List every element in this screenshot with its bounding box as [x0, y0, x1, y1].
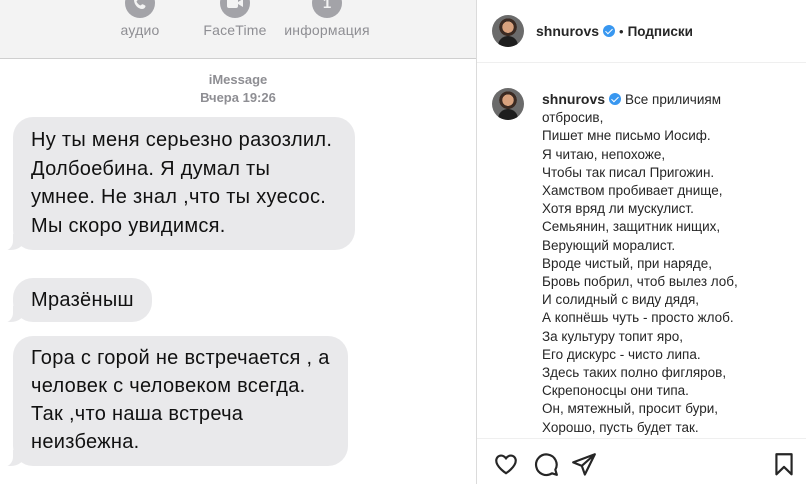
caption-line: Хамством пробивает днище, — [542, 183, 723, 199]
message-bubble[interactable]: Ну ты меня серьезно разозлил. Долбоебина… — [1, 117, 355, 251]
heart-icon[interactable] — [493, 451, 519, 477]
message-bubble[interactable]: Мразёныш — [1, 278, 152, 323]
caption-line: Чтобы так писал Пригожин. — [542, 164, 715, 180]
caption-line: Он, мятежный, просит бури, — [542, 401, 719, 417]
message-bubble[interactable]: Гора с горой не встречается , а человек … — [1, 336, 348, 467]
username-link[interactable]: shnurovs — [536, 23, 599, 39]
message-timestamp: Вчера 19:26 — [200, 90, 276, 105]
caption-line: Все приличиям — [625, 92, 721, 107]
caption-line: Верующий моралист. — [542, 237, 676, 253]
caption-line: Вроде чистый, при наряде, — [542, 255, 712, 271]
caption-line: За культуру топит яро, — [542, 328, 683, 344]
facetime-button[interactable]: FaceTime — [185, 0, 285, 56]
bookmark-icon[interactable] — [771, 451, 797, 477]
caption-username-link[interactable]: shnurovs — [542, 91, 605, 107]
info-icon: 1 — [312, 0, 342, 18]
caption-line: Пишет мне письмо Иосиф. — [542, 128, 711, 144]
caption-line: И солидный с виду дядя, — [542, 292, 700, 308]
caption-line: Я читаю, непохоже, — [542, 146, 666, 162]
caption-text: shnurovs Все приличиям отбросив, Пишет мне … — [542, 90, 792, 437]
caption-line: Хорошо, пусть будет так. — [542, 419, 699, 435]
info-label: информация — [284, 22, 370, 38]
phone-icon — [125, 0, 155, 18]
caption-line: Хотя вряд ли мускулист. — [542, 201, 694, 217]
video-camera-icon — [220, 0, 250, 18]
caption-line: Бровь побрил, чтоб вылез лоб, — [542, 274, 738, 290]
separator-dot: • — [619, 23, 624, 39]
share-icon[interactable] — [571, 451, 597, 477]
caption-line: Здесь таких полно фигляров, — [542, 365, 727, 381]
comment-icon[interactable] — [533, 451, 559, 477]
imessage-screenshot: аудио FaceTime 1 информация iMessage Вче… — [0, 0, 476, 484]
following-button[interactable]: Подписки — [628, 24, 693, 39]
post-caption: shnurovs Все приличиям отбросив, Пишет мне … — [477, 63, 806, 438]
post-actions-bar — [477, 438, 806, 485]
verified-badge-icon — [609, 93, 622, 105]
instagram-post-panel: shnurovs • Подписки shnurovs Все приличия… — [476, 0, 806, 484]
caption-body: Все приличиям отбросив, Пишет мне письмо И… — [542, 92, 738, 435]
caption-line: Семьянин, защитник нищих, — [542, 219, 721, 235]
caption-line: отбросив, — [542, 110, 604, 126]
verified-badge-icon — [603, 25, 616, 37]
post-header: shnurovs • Подписки — [477, 0, 806, 63]
conversation-actions-bar: аудио FaceTime 1 информация — [0, 0, 476, 59]
caption-line: Скрепоносцы они типа. — [542, 383, 689, 399]
info-button[interactable]: 1 информация — [277, 0, 377, 56]
caption-line: Его дискурс - чисто липа. — [542, 346, 701, 362]
audio-label: аудио — [120, 22, 160, 38]
facetime-label: FaceTime — [203, 22, 267, 38]
avatar[interactable] — [492, 15, 524, 47]
caption-avatar[interactable] — [492, 88, 524, 120]
caption-line: А копнёшь чуть - просто жлоб. — [542, 310, 734, 326]
service-label: iMessage — [208, 72, 268, 87]
audio-call-button[interactable]: аудио — [90, 0, 190, 56]
